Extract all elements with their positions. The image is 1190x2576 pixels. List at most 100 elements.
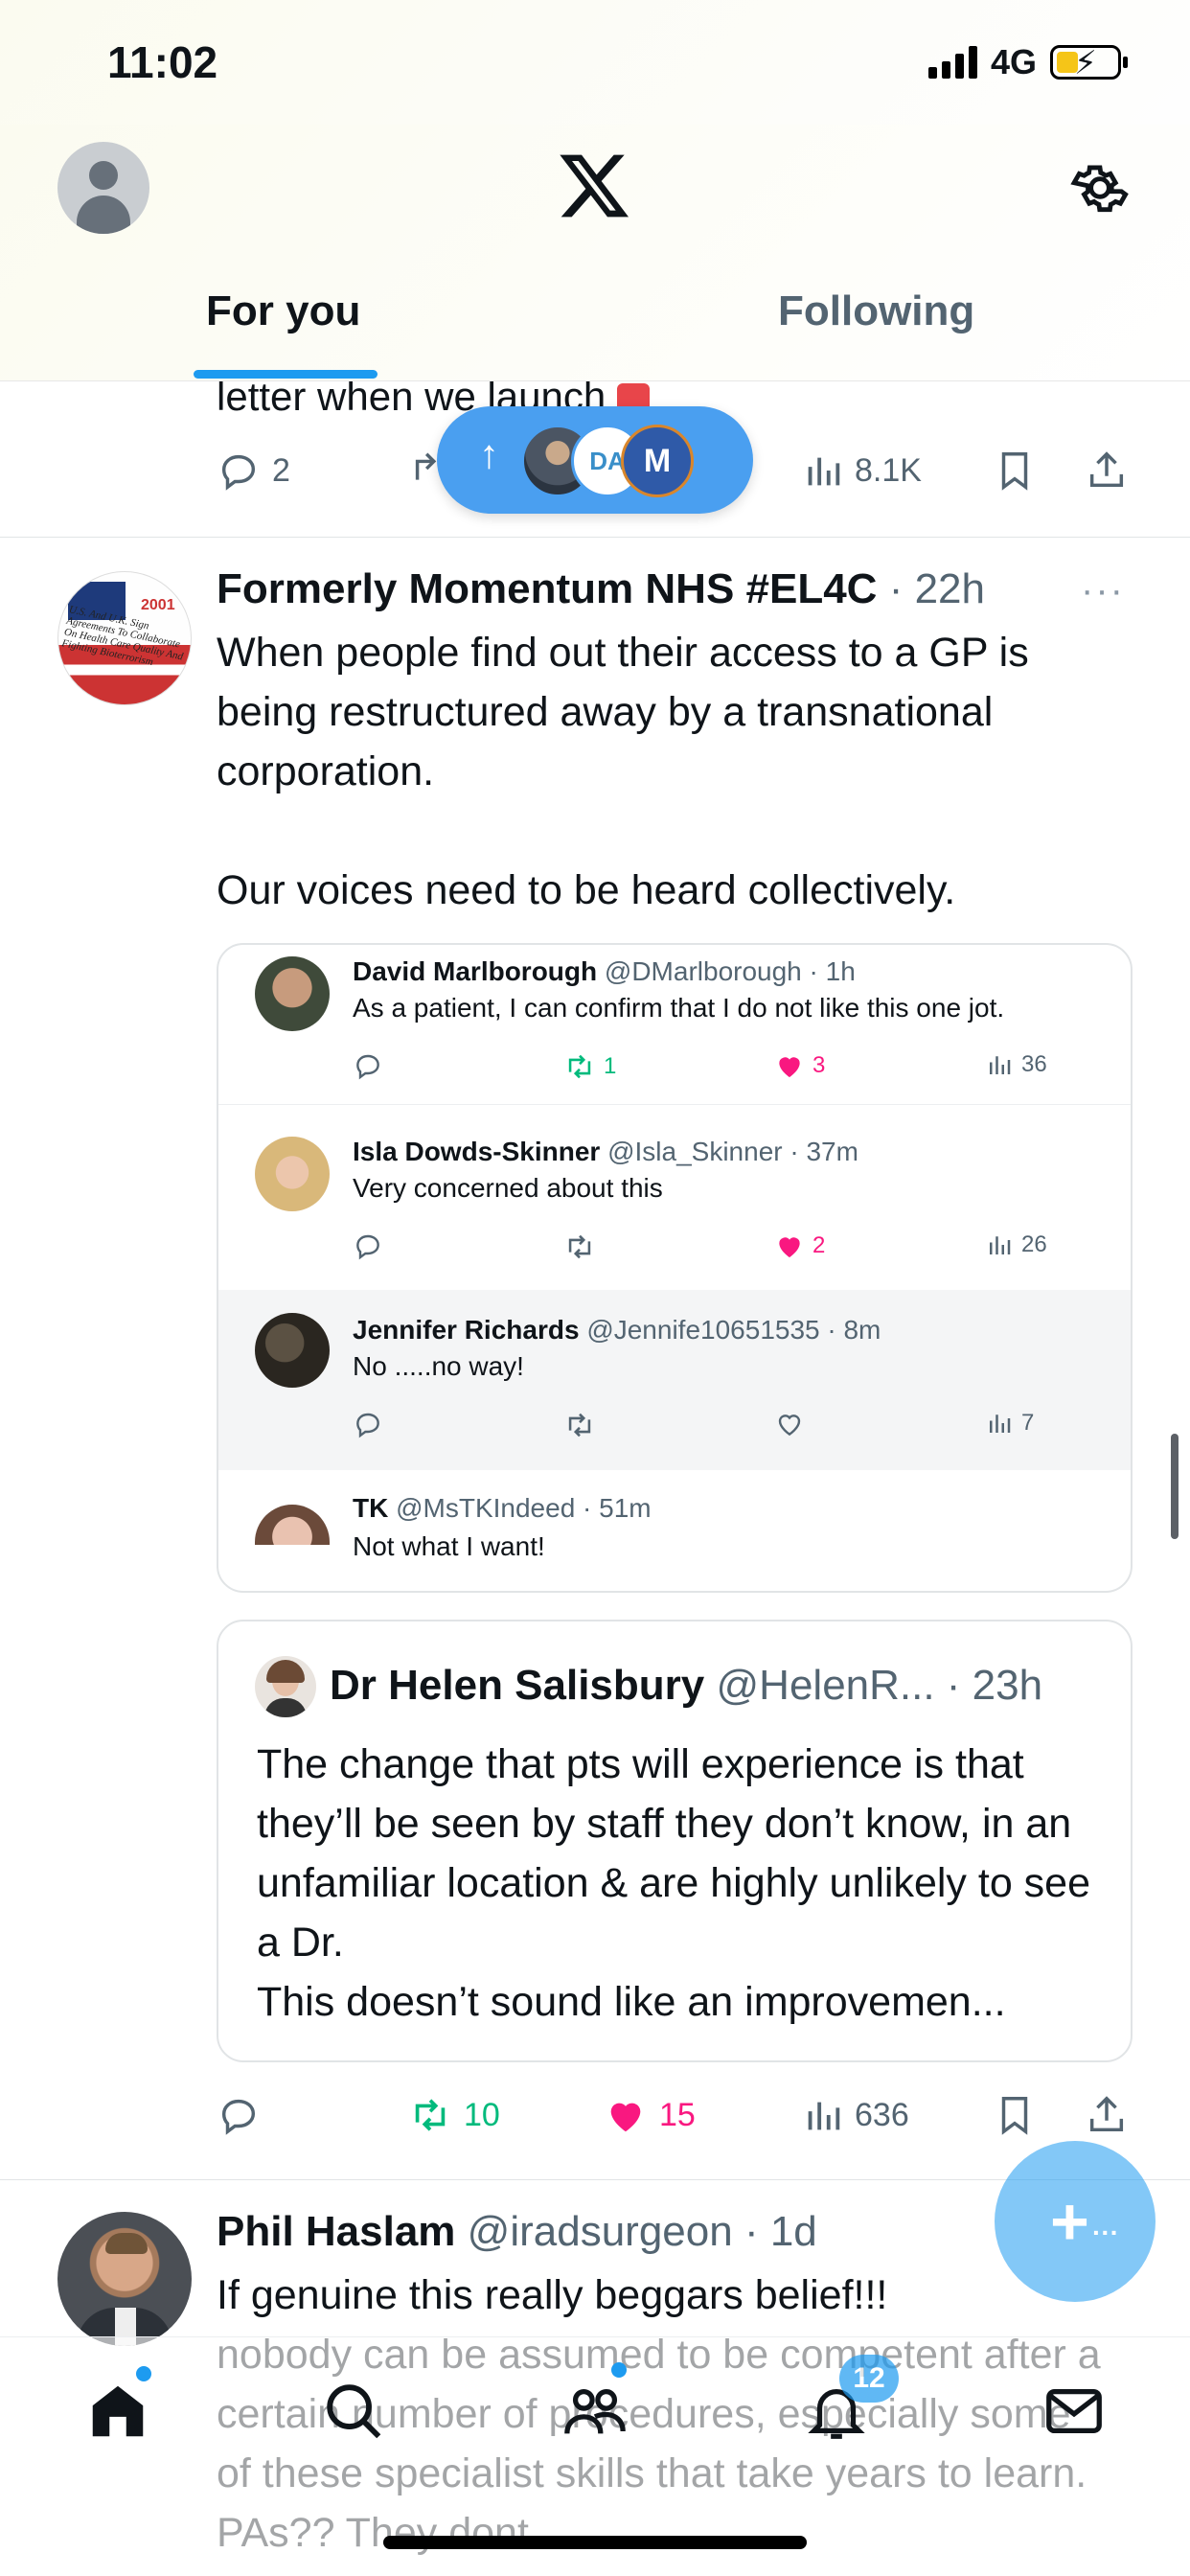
heart-icon <box>610 2103 641 2132</box>
reply-author: Jennifer Richards @Jennife10651535 · 8m <box>353 1315 881 1345</box>
like-count: 15 <box>659 2096 696 2133</box>
reply-author: TK @MsTKIndeed · 51m <box>353 1493 652 1523</box>
views-icon <box>808 457 840 486</box>
author-name: Formerly Momentum NHS #EL4C <box>217 565 878 612</box>
reply-text: No .....no way! <box>353 1351 524 1381</box>
quoted-author-avatar <box>255 1656 316 1717</box>
bookmark-icon[interactable] <box>993 2093 1037 2137</box>
battery-icon: ⚡ <box>1050 45 1128 81</box>
reply-button[interactable] <box>217 2093 261 2137</box>
embedded-reply-1: David Marlborough @DMarlborough · 1h As … <box>218 945 1131 1127</box>
reply-actions: 2 26 <box>353 1230 1110 1269</box>
like-button[interactable]: 15 <box>604 2093 696 2137</box>
views-icon <box>808 2102 840 2130</box>
reply-avatar <box>255 956 330 1031</box>
divider <box>218 1104 1131 1105</box>
settings-gear-icon[interactable] <box>1069 157 1131 218</box>
bookmark-icon[interactable] <box>993 448 1037 493</box>
retweet-button[interactable]: 10 <box>408 2093 500 2137</box>
tweet-author-line[interactable]: Phil Haslam @iradsurgeon · 1d <box>217 2208 817 2256</box>
reply-author: Isla Dowds-Skinner @Isla_Skinner · 37m <box>353 1137 858 1166</box>
tweet-image[interactable]: David Marlborough @DMarlborough · 1h As … <box>217 943 1133 1593</box>
views-stat: 26 <box>985 1230 1047 1259</box>
tweet-text: When people find out their access to a G… <box>217 630 1029 913</box>
active-tab-indicator <box>194 370 378 379</box>
status-indicators: 4G ⚡ <box>927 42 1128 82</box>
views-stat: 36 <box>985 1050 1047 1079</box>
home-indicator <box>383 2536 807 2549</box>
embedded-reply-3: Jennifer Richards @Jennife10651535 · 8m … <box>218 1290 1131 1470</box>
avatar-headline-text: U.S. And U.K. Sign Agreements To Collabo… <box>60 604 185 669</box>
retweet-count: 10 <box>464 2096 500 2133</box>
retweet-icon <box>415 2099 446 2131</box>
tweet-handle-time: @iradsurgeon · 1d <box>467 2208 817 2255</box>
prev-tweet-views[interactable]: 8.1K <box>801 448 922 493</box>
quoted-text: The change that pts will experience is t… <box>257 1741 1091 2025</box>
reply-avatar <box>255 1137 330 1211</box>
home-dot-indicator <box>136 2366 151 2381</box>
reply-text: Very concerned about this <box>353 1173 663 1203</box>
retweet-stat: 1 <box>563 1050 616 1083</box>
reply-author: David Marlborough @DMarlborough · 1h <box>353 956 856 986</box>
reply-icon[interactable] <box>217 448 261 493</box>
reply-icon <box>353 1050 383 1081</box>
tweet-time: · 22h <box>888 565 985 612</box>
share-icon[interactable] <box>1085 2093 1129 2137</box>
communities-icon[interactable] <box>561 2378 629 2445</box>
like-stat: 2 <box>774 1230 825 1261</box>
reply-text: Not what I want! <box>353 1531 545 1561</box>
status-bar: 11:02 4G ⚡ <box>0 0 1190 125</box>
retweet-icon <box>563 1230 596 1263</box>
home-icon[interactable] <box>84 2378 151 2445</box>
network-label: 4G <box>990 42 1037 81</box>
reply-text: As a patient, I can confirm that I do no… <box>353 993 1005 1023</box>
compose-post-button[interactable]: + ··· <box>995 2141 1156 2302</box>
divider <box>0 537 1190 538</box>
share-icon[interactable] <box>1085 448 1129 493</box>
messages-envelope-icon[interactable] <box>1041 2378 1108 2445</box>
tab-following[interactable]: Following <box>778 288 974 335</box>
views-button[interactable]: 636 <box>801 2093 909 2137</box>
x-logo-icon <box>560 154 629 218</box>
more-options-icon[interactable]: ··· <box>1081 569 1125 612</box>
more-dots-icon: ··· <box>1092 2218 1119 2247</box>
top-header: For you Following <box>0 125 1190 381</box>
communities-dot-indicator <box>611 2362 627 2378</box>
embedded-reply-2: Isla Dowds-Skinner @Isla_Skinner · 37m V… <box>218 1125 1131 1307</box>
embedded-reply-4: TK @MsTKIndeed · 51m Not what I want! <box>218 1470 1131 1591</box>
profile-avatar-button[interactable] <box>57 142 149 234</box>
signal-icon <box>927 46 977 79</box>
like-stat: 3 <box>774 1050 825 1081</box>
views-count: 636 <box>855 2096 909 2133</box>
search-icon[interactable] <box>320 2378 387 2445</box>
quoted-handle-time: @HelenR... · 23h <box>716 1662 1043 1709</box>
reply-count: 2 <box>272 451 290 489</box>
reply-avatar <box>255 1505 330 1545</box>
author-name: Phil Haslam <box>217 2208 456 2255</box>
tab-for-you[interactable]: For you <box>206 288 360 335</box>
tweet-author-avatar[interactable]: 2001 U.S. And U.K. Sign Agreements To Co… <box>57 571 192 705</box>
quoted-author-line: Dr Helen Salisbury @HelenR... · 23h <box>330 1662 1042 1710</box>
arrow-up-icon: ↑ <box>479 431 499 476</box>
quoted-author-name: Dr Helen Salisbury <box>330 1662 705 1709</box>
reply-actions: 1 3 36 <box>353 1050 1110 1089</box>
plus-icon: + <box>1050 2184 1089 2259</box>
reply-icon <box>221 2099 256 2135</box>
notifications-badge: 12 <box>839 2355 899 2403</box>
views-count: 8.1K <box>855 451 922 489</box>
status-time: 11:02 <box>107 37 218 87</box>
pill-avatar-3: M <box>621 425 694 497</box>
avatar-year-text: 2001 <box>141 597 175 613</box>
reply-avatar <box>255 1313 330 1388</box>
reply-icon <box>353 1409 383 1439</box>
quoted-tweet[interactable]: Dr Helen Salisbury @HelenR... · 23h The … <box>217 1620 1133 2062</box>
prev-tweet-actions: 2 <box>217 448 437 493</box>
tweet-author-avatar[interactable] <box>57 2212 192 2346</box>
like-icon <box>774 1409 805 1439</box>
new-posts-pill[interactable]: ↑ DA M <box>437 406 753 514</box>
scrollbar[interactable] <box>1171 1434 1179 1539</box>
retweet-icon <box>563 1409 596 1441</box>
reply-icon <box>353 1230 383 1261</box>
tweet-author-line[interactable]: Formerly Momentum NHS #EL4C · 22h <box>217 565 985 613</box>
views-stat: 7 <box>985 1409 1034 1438</box>
